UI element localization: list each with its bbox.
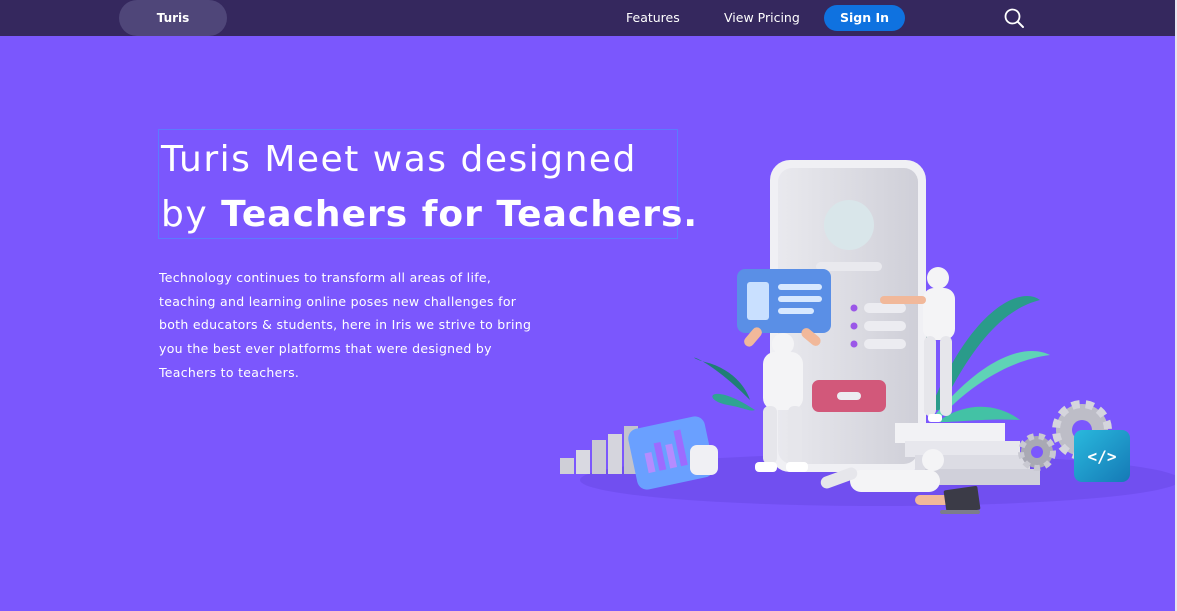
brand-logo[interactable]: Turis bbox=[119, 0, 227, 36]
description-line: Technology continues to transform all ar… bbox=[159, 270, 492, 285]
top-navbar: Turis Features View Pricing Sign In bbox=[0, 0, 1175, 36]
code-cube: </> bbox=[1074, 430, 1130, 482]
nav-link-features[interactable]: Features bbox=[626, 0, 680, 36]
floating-card bbox=[737, 269, 831, 333]
headline-line-2-prefix: by bbox=[161, 194, 222, 235]
sign-in-button[interactable]: Sign In bbox=[824, 5, 905, 31]
nav-link-view-pricing[interactable]: View Pricing bbox=[724, 0, 800, 36]
code-badge: </> bbox=[1088, 447, 1117, 466]
description-line: Teachers to teachers. bbox=[159, 364, 300, 380]
description-line: teaching and learning online poses new c… bbox=[159, 293, 517, 309]
hero-illustration: </> bbox=[560, 160, 1175, 514]
description-line: both educators & students, here in Iris … bbox=[159, 317, 532, 333]
description-line: you the best ever platforms that were de… bbox=[159, 341, 492, 357]
hero-description: Technology continues to transform all ar… bbox=[159, 266, 539, 385]
search-icon[interactable] bbox=[1003, 7, 1025, 29]
bar-blocks bbox=[560, 426, 638, 474]
page: Turis Features View Pricing Sign In Turi… bbox=[0, 0, 1177, 611]
